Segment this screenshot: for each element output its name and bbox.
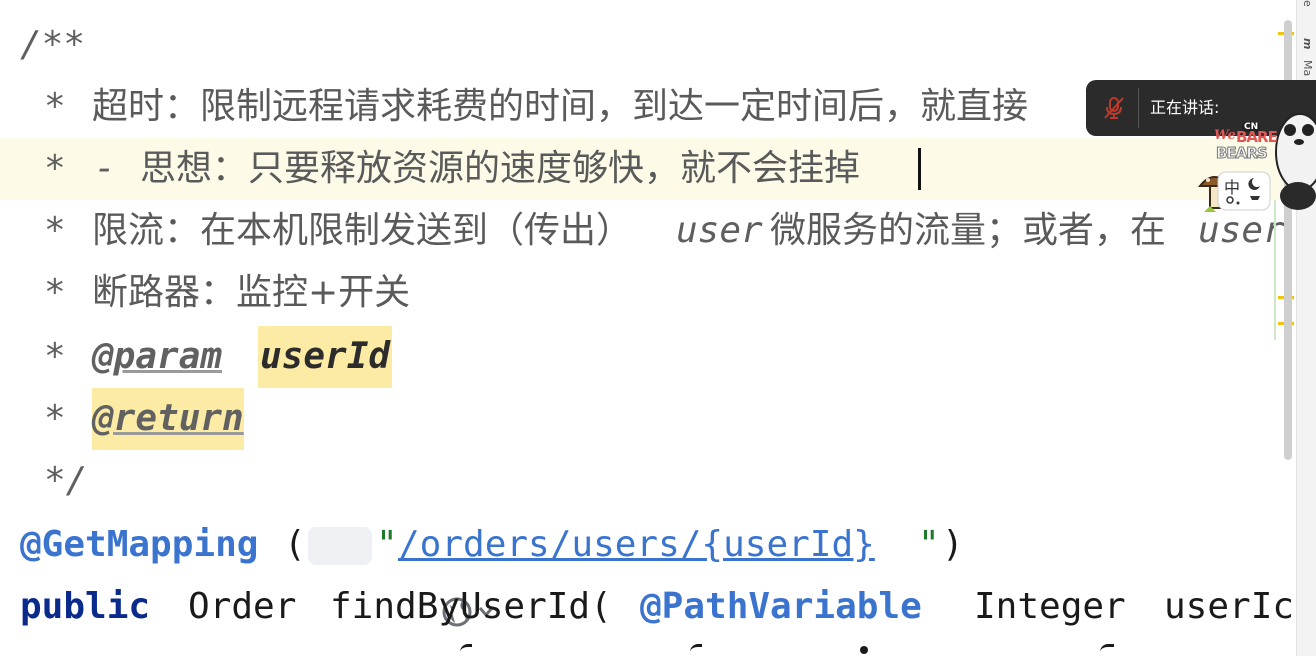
- strip-label-ma[interactable]: Ma: [1301, 60, 1314, 76]
- javadoc-param-name: userId: [258, 326, 393, 388]
- ime-mode-indicator[interactable]: 中: [1224, 174, 1240, 198]
- text-caret: [918, 148, 921, 190]
- code-line[interactable]: * @param userId: [0, 326, 1296, 388]
- brand-we: We: [1214, 128, 1236, 143]
- code-line[interactable]: public Order findByUserId( @PathVariable…: [0, 576, 1296, 638]
- code-line[interactable]: * 限流：在本机限制发送到（传出） user 微服务的流量；或者，在 user: [0, 200, 1296, 262]
- annotation-pathvariable: @PathVariable: [640, 586, 922, 627]
- endpoint-globe-button[interactable]: [308, 527, 494, 627]
- overlay-divider: [1138, 88, 1139, 128]
- comment-text: 超时：限制远程请求耗费的时间，到达一定时间后，就直接: [92, 86, 1029, 127]
- annotation-getmapping: @GetMapping: [20, 524, 259, 565]
- comment-star: *: [44, 272, 66, 313]
- comment-star: *: [44, 398, 66, 439]
- comment-open: /**: [20, 24, 86, 65]
- comment-text: 限流：在本机限制发送到（传出）: [92, 210, 633, 251]
- comment-star: *: [44, 148, 66, 189]
- code-line-partial: [0, 640, 1296, 656]
- strip-label-m[interactable]: m: [1301, 38, 1314, 49]
- comment-dash: -: [94, 148, 116, 189]
- keyword-public: public: [20, 586, 151, 627]
- comment-close: */: [44, 460, 88, 501]
- change-marker-bar: [1274, 200, 1276, 340]
- quote-open: ": [376, 524, 398, 565]
- paren-open: (: [284, 524, 306, 565]
- quote-close: ": [918, 524, 940, 565]
- strip-char: e: [1301, 0, 1314, 7]
- code-line[interactable]: @GetMapping ( " /orders/users/{userId} "…: [0, 514, 1296, 627]
- code-line[interactable]: /**: [0, 14, 1296, 76]
- code-line[interactable]: */: [0, 450, 1296, 512]
- comment-star: *: [44, 210, 66, 251]
- method-name: findByUserId(: [330, 586, 612, 627]
- paren-close: ): [942, 524, 964, 565]
- bears-ime-sticker[interactable]: CN We BARE BEARS 中: [1197, 108, 1316, 218]
- comment-code: user: [676, 210, 763, 251]
- param-type: Integer: [974, 586, 1126, 627]
- return-type: Order: [188, 586, 297, 627]
- javadoc-param-tag: @param: [92, 336, 223, 377]
- mic-muted-icon[interactable]: [1100, 94, 1128, 122]
- comment-star: *: [44, 336, 66, 377]
- comment-star: *: [44, 86, 66, 127]
- brand-bears: BEARS: [1216, 144, 1269, 163]
- code-line[interactable]: * 断路器：监控+开关: [0, 262, 1296, 324]
- code-line[interactable]: * @return: [0, 388, 1296, 450]
- comment-text: 断路器：监控+开关: [92, 272, 411, 313]
- endpoint-path-link[interactable]: /orders/users/{userId}: [398, 514, 875, 576]
- code-line-current[interactable]: * - 思想：只要释放资源的速度够快，就不会挂掉: [0, 138, 1296, 200]
- comment-text: 思想：只要释放资源的速度够快，就不会挂掉: [140, 148, 861, 189]
- comment-text: 微服务的流量；或者，在: [770, 210, 1167, 251]
- javadoc-return-tag: @return: [92, 388, 244, 450]
